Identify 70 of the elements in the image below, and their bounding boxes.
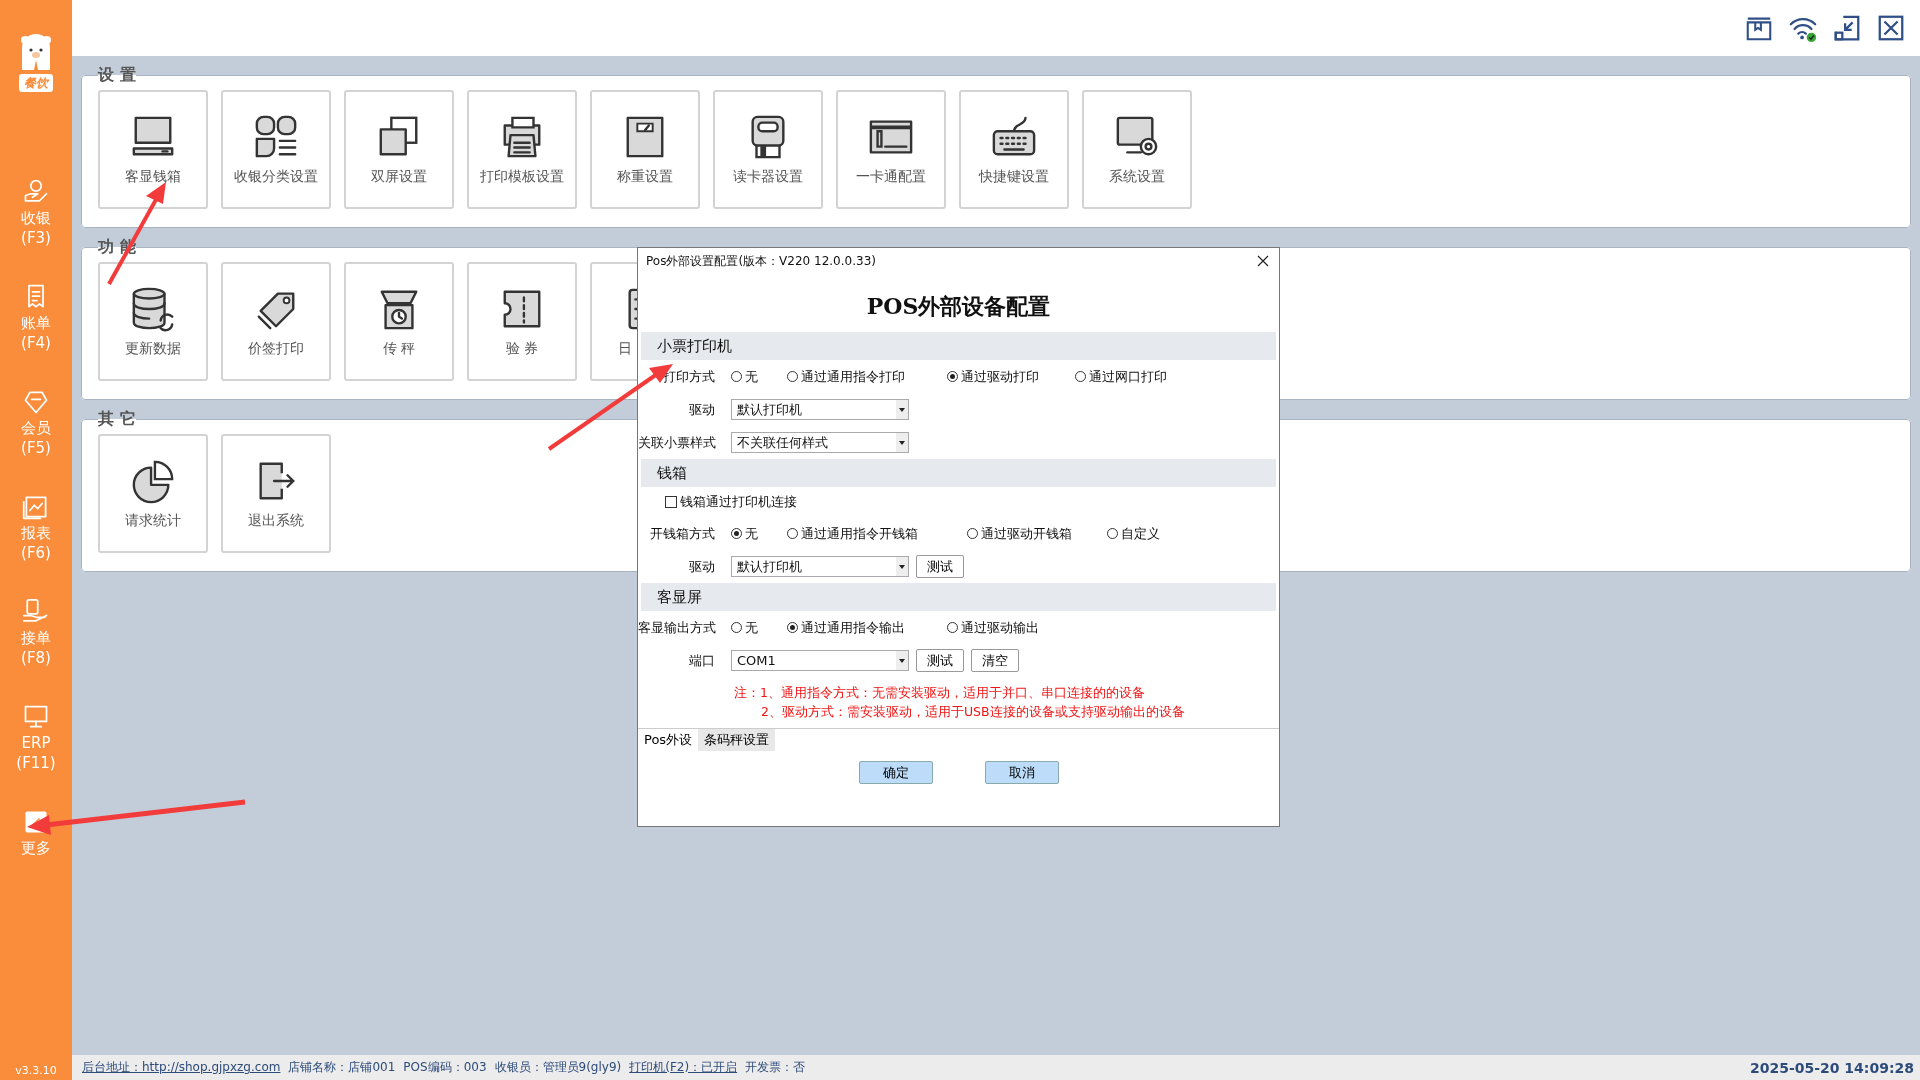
version-label: v3.3.10	[15, 1064, 57, 1077]
field-label: 端口	[688, 651, 716, 670]
tile-button[interactable]: 读卡器设置	[713, 90, 823, 209]
group-title: 钱箱	[657, 463, 687, 483]
dialog-button[interactable]: 确定	[858, 761, 933, 784]
field-label: 开钱箱方式	[649, 524, 716, 543]
radio-option[interactable]: 无	[731, 524, 787, 543]
dropdown[interactable]: COM1	[731, 650, 909, 671]
status-text: 收银员：管理员9(gly9)	[494, 1059, 622, 1076]
checkbox[interactable]: 钱箱通过打印机连接	[665, 493, 797, 511]
dropdown[interactable]: 默认打印机	[731, 399, 909, 420]
tile-button[interactable]: 客显钱箱	[98, 90, 208, 209]
note-text: 2、驱动方式：需安装驱动，适用于USB连接的设备或支持驱动输出的设备	[760, 703, 1186, 721]
radio-option[interactable]: 通过驱动打印	[947, 367, 1075, 386]
group-title: 客显屏	[657, 587, 702, 607]
status-text: 店铺名称：店铺001	[288, 1059, 396, 1076]
caret-icon	[899, 658, 905, 663]
tile-button[interactable]: 更新数据	[98, 262, 208, 381]
radio-option[interactable]: 通过网口打印	[1075, 367, 1195, 386]
status-link[interactable]: 后台地址：http://shop.gjpxzg.com	[82, 1059, 281, 1076]
tile-button[interactable]: 双屏设置	[344, 90, 454, 209]
dialog-heading: POS外部设备配置	[865, 292, 1052, 321]
section-title: 设 置	[98, 68, 136, 82]
radio-option[interactable]: 通过通用指令开钱箱	[787, 524, 967, 543]
minimize-window-icon[interactable]	[1832, 13, 1862, 43]
note-text: 注：1、通用指令方式：无需安装驱动，适用于并口、串口连接的的设备	[733, 684, 1146, 702]
field-label: 关联小票样式	[638, 433, 717, 452]
radio-option[interactable]: 通过驱动开钱箱	[967, 524, 1107, 543]
radio-option[interactable]: 通过通用指令输出	[787, 618, 947, 637]
shapes-icon	[253, 113, 299, 160]
tile-button[interactable]: 一卡通配置	[836, 90, 946, 209]
dropdown[interactable]: 默认打印机	[731, 556, 909, 577]
dialog-button[interactable]: 清空	[971, 649, 1019, 672]
radio-option[interactable]: 通过通用指令打印	[787, 367, 947, 386]
tile-button[interactable]: 传 秤	[344, 262, 454, 381]
tile-button[interactable]: 称重设置	[590, 90, 700, 209]
status-text: POS编码：003	[403, 1059, 487, 1076]
logo-badge: 餐饮	[19, 74, 53, 92]
database-refresh-icon	[130, 285, 176, 332]
tile-button[interactable]: 价签打印	[221, 262, 331, 381]
radio-option[interactable]: 自定义	[1107, 524, 1197, 543]
dropdown[interactable]: 不关联任何样式	[731, 432, 909, 453]
group-title: 小票打印机	[657, 336, 732, 356]
section-title: 其 它	[98, 412, 136, 426]
field-label: 客显输出方式	[638, 618, 717, 637]
radio-option[interactable]: 无	[731, 367, 787, 386]
dialog-button[interactable]: 测试	[916, 649, 964, 672]
caret-icon	[899, 564, 905, 569]
dialog-title: Pos外部设置配置(版本：V220 12.0.0.33)	[646, 252, 876, 270]
caret-icon	[899, 440, 905, 445]
dialog-button[interactable]: 测试	[916, 555, 964, 578]
tile-button[interactable]: 快捷键设置	[959, 90, 1069, 209]
tile-button[interactable]: 验 券	[467, 262, 577, 381]
field-label: 驱动	[688, 400, 716, 419]
field-label: 驱动	[688, 557, 716, 576]
close-icon[interactable]	[1876, 13, 1906, 43]
tile-button[interactable]: 系统设置	[1082, 90, 1192, 209]
status-text: 开发票：否	[745, 1059, 806, 1076]
tile-button[interactable]: 打印模板设置	[467, 90, 577, 209]
close-icon[interactable]	[1257, 255, 1269, 267]
monitor-icon	[22, 703, 50, 731]
radio-option[interactable]: 无	[731, 618, 787, 637]
dialog-tab[interactable]: 条码秤设置	[698, 729, 776, 751]
dialog-button[interactable]: 取消	[984, 761, 1059, 784]
tile-button[interactable]: 退出系统	[221, 434, 331, 553]
status-link[interactable]: 打印机(F2)：已开启	[629, 1059, 738, 1076]
radio-option[interactable]: 通过驱动输出	[947, 618, 1077, 637]
datetime-label: 2025-05-20 14:09:28	[1749, 1059, 1914, 1076]
tile-button[interactable]: 收银分类设置	[221, 90, 331, 209]
tile-button[interactable]: 请求统计	[98, 434, 208, 553]
